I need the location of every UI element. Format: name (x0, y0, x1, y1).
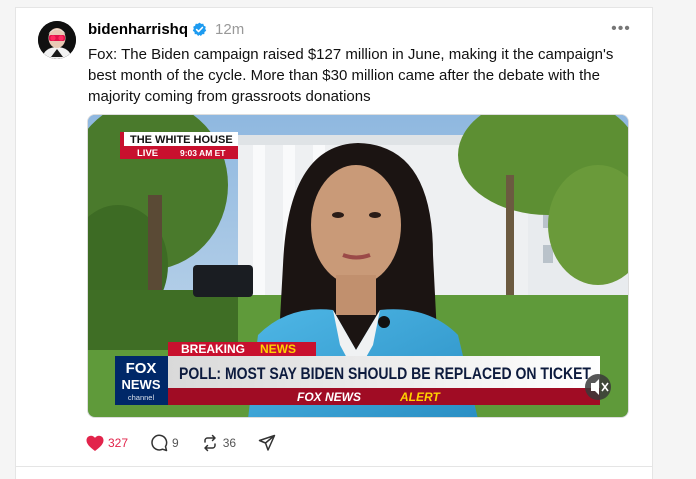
alert-label-highlight: ALERT (399, 390, 441, 404)
repost-count: 36 (222, 436, 237, 450)
post-divider (15, 466, 653, 467)
avatar[interactable] (38, 21, 76, 59)
headline: POLL: MOST SAY BIDEN SHOULD BE REPLACED … (179, 364, 592, 383)
username[interactable]: bidenharrishq (88, 21, 188, 38)
video-media[interactable]: THE WHITE HOUSE LIVE 9:03 AM ET BREAKING… (87, 114, 629, 418)
breaking-label: BREAKING (181, 342, 245, 356)
repost-button[interactable]: 36 (201, 434, 236, 452)
post-time: 12m (215, 20, 245, 38)
like-button[interactable]: 327 (86, 435, 128, 452)
video-frame: THE WHITE HOUSE LIVE 9:03 AM ET BREAKING… (88, 115, 628, 417)
mute-button[interactable] (585, 374, 611, 400)
fox-logo-line2: NEWS (122, 377, 161, 392)
post-actions: 327 9 36 (86, 432, 298, 454)
more-options-icon[interactable]: ••• (610, 18, 632, 40)
like-count: 327 (108, 436, 129, 450)
fox-logo-line1: FOX (126, 360, 157, 377)
location-tag: THE WHITE HOUSE (130, 134, 233, 146)
live-label: LIVE (137, 148, 158, 159)
reply-count: 9 (172, 436, 179, 450)
post-header: bidenharrishq 12m (88, 18, 244, 40)
repost-icon (203, 434, 216, 452)
reply-button[interactable]: 9 (150, 434, 179, 452)
post-text: Fox: The Biden campaign raised $127 mill… (88, 46, 614, 105)
alert-label: FOX NEWS (297, 390, 361, 404)
live-time: 9:03 AM ET (180, 148, 226, 158)
fox-logo-line3: channel (128, 393, 155, 402)
heart-icon (86, 435, 104, 451)
send-icon (258, 434, 276, 451)
verified-badge-icon (192, 22, 207, 37)
breaking-news-label: NEWS (260, 342, 296, 356)
comment-icon (151, 434, 168, 452)
share-button[interactable] (258, 434, 276, 452)
